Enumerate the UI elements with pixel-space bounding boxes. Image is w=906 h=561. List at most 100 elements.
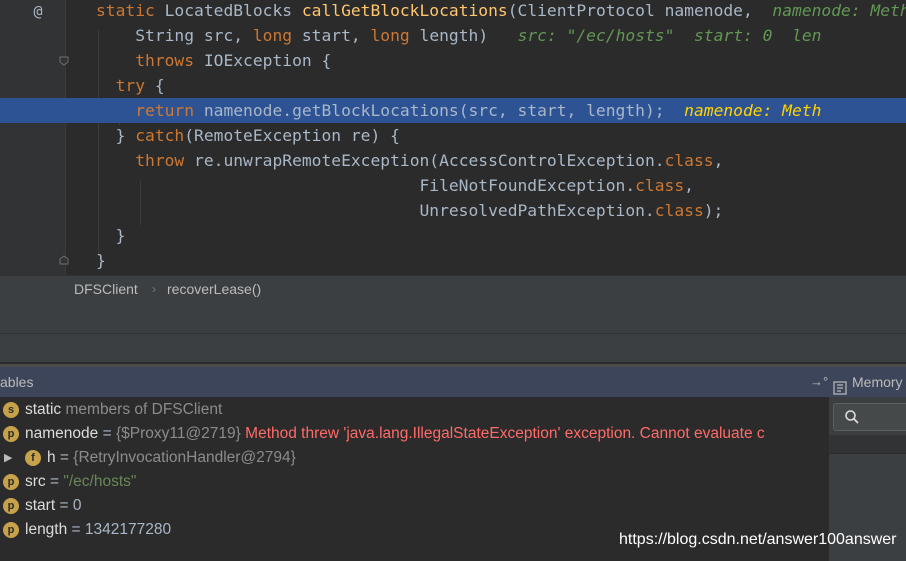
variable-name: namenode (25, 425, 99, 442)
code-line[interactable]: FileNotFoundException.class, (0, 173, 906, 198)
code-token: try (115, 76, 155, 95)
variable-row[interactable]: p start = 0 (0, 494, 828, 518)
code-token: , (233, 26, 253, 45)
code-line[interactable]: static LocatedBlocks callGetBlockLocatio… (0, 0, 906, 23)
editor-toolbar-area (0, 303, 906, 334)
code-text: throws IOException { (96, 48, 331, 73)
code-token: throws (135, 51, 204, 70)
code-text: } catch(RemoteException re) { (96, 123, 400, 148)
code-line[interactable]: } catch(RemoteException re) { (0, 123, 906, 148)
variable-kind-icon: f (25, 450, 41, 466)
code-token: , (713, 151, 724, 170)
code-token: start (301, 26, 351, 45)
variable-reference: {RetryInvocationHandler@2794} (73, 449, 296, 466)
code-line[interactable]: String src, long start, long length) src… (0, 23, 906, 48)
variable-name: length (25, 521, 68, 538)
debug-toolbar-area (0, 334, 906, 362)
code-line[interactable]: try { (0, 73, 906, 98)
variable-value: 1342177280 (84, 521, 172, 538)
breadcrumb-separator: › (152, 282, 156, 296)
search-icon (845, 410, 859, 424)
code-text: static LocatedBlocks callGetBlockLocatio… (96, 0, 906, 23)
code-token: src (203, 26, 234, 45)
variable-row[interactable]: p namenode = {$Proxy11@2719} Method threw… (0, 422, 828, 446)
variable-text: static members of DFSClient (25, 398, 222, 422)
code-token: re.unwrapRemoteException(AccessControlEx… (194, 151, 665, 170)
code-token: FileNotFoundException. (96, 176, 636, 195)
variable-kind-icon: p (3, 426, 19, 442)
variable-equals: = (45, 473, 64, 490)
variable-row[interactable]: s static members of DFSClient (0, 398, 828, 422)
variable-reference: {$Proxy11@2719} (115, 425, 246, 442)
variables-title: ables (0, 374, 34, 390)
variable-kind-icon: p (3, 522, 19, 538)
variable-description: members of DFSClient (61, 401, 223, 418)
code-text: try { (96, 73, 165, 98)
variable-row[interactable]: ▶ f h = {RetryInvocationHandler@2794} (0, 446, 828, 470)
code-token: return (135, 101, 204, 120)
variable-kind-icon: p (3, 498, 19, 514)
code-token: } (96, 126, 136, 145)
code-line[interactable]: } (0, 248, 906, 273)
code-token: (RemoteException re) { (184, 126, 400, 145)
variable-equals: = (67, 521, 85, 538)
code-editor[interactable]: @ static LocatedBlocks callGetBlockLocat… (0, 0, 906, 275)
variable-text: h = {RetryInvocationHandler@2794} (47, 446, 296, 470)
code-line[interactable]: UnresolvedPathException.class); (0, 198, 906, 223)
code-token: namenode.getBlockLocations(src, start, l… (203, 101, 685, 120)
code-token: ); (703, 201, 724, 220)
watermark-text: https://blog.csdn.net/answer100answer (619, 531, 897, 548)
breadcrumb-class[interactable]: DFSClient (74, 276, 138, 303)
variable-text: namenode = {$Proxy11@2719} Method threw … (25, 422, 765, 446)
code-token: throw (135, 151, 195, 170)
variable-text: length = 1342177280 (25, 518, 171, 542)
pin-icon[interactable]: →° (810, 367, 828, 397)
memory-icon[interactable] (833, 375, 847, 395)
code-text: } (96, 248, 106, 273)
code-token: class (664, 151, 714, 170)
variable-value: "/ec/hosts" (63, 473, 137, 490)
memory-tab[interactable]: Memory (852, 367, 903, 397)
code-token: { (154, 76, 165, 95)
code-token: catch (135, 126, 185, 145)
code-token: class (635, 176, 685, 195)
code-text: } (96, 223, 126, 248)
code-line[interactable]: } (0, 223, 906, 248)
code-text: throw re.unwrapRemoteException(AccessCon… (96, 148, 723, 173)
code-token: static (96, 1, 165, 20)
breadcrumb: DFSClient › recoverLease() (0, 275, 906, 304)
code-text: UnresolvedPathException.class); (96, 198, 723, 223)
code-text: FileNotFoundException.class, (96, 173, 694, 198)
variable-row[interactable]: p src = "/ec/hosts" (0, 470, 828, 494)
expand-arrow-icon[interactable]: ▶ (4, 446, 12, 470)
memory-search-input[interactable] (833, 403, 906, 431)
code-line[interactable]: throws IOException { (0, 48, 906, 73)
variable-equals: = (98, 425, 116, 442)
variable-text: start = 0 (25, 494, 81, 518)
code-text: String src, long start, long length) src… (96, 23, 821, 48)
variable-kind-icon: s (3, 402, 19, 418)
variable-value: 0 (72, 497, 82, 514)
code-token: ) (478, 26, 518, 45)
code-line[interactable]: throw re.unwrapRemoteException(AccessCon… (0, 148, 906, 173)
variable-name: static (25, 401, 62, 418)
code-token: long (370, 26, 420, 45)
code-token: , (350, 26, 371, 45)
variable-name: src (25, 473, 46, 490)
variable-equals: = (55, 449, 74, 466)
code-token: LocatedBlocks (164, 1, 302, 20)
code-token: (ClientProtocol (507, 1, 665, 20)
code-token: } (96, 251, 106, 270)
variable-text: src = "/ec/hosts" (25, 470, 136, 494)
breadcrumb-method[interactable]: recoverLease() (167, 276, 261, 303)
code-token: , (684, 176, 694, 195)
code-token: String (96, 26, 204, 45)
code-line-current[interactable]: return namenode.getBlockLocations(src, s… (0, 98, 906, 123)
code-token: IOException { (203, 51, 332, 70)
code-token: , (742, 1, 773, 20)
variable-name: h (47, 449, 56, 466)
memory-table-header (829, 435, 906, 454)
code-token: length (419, 26, 479, 45)
